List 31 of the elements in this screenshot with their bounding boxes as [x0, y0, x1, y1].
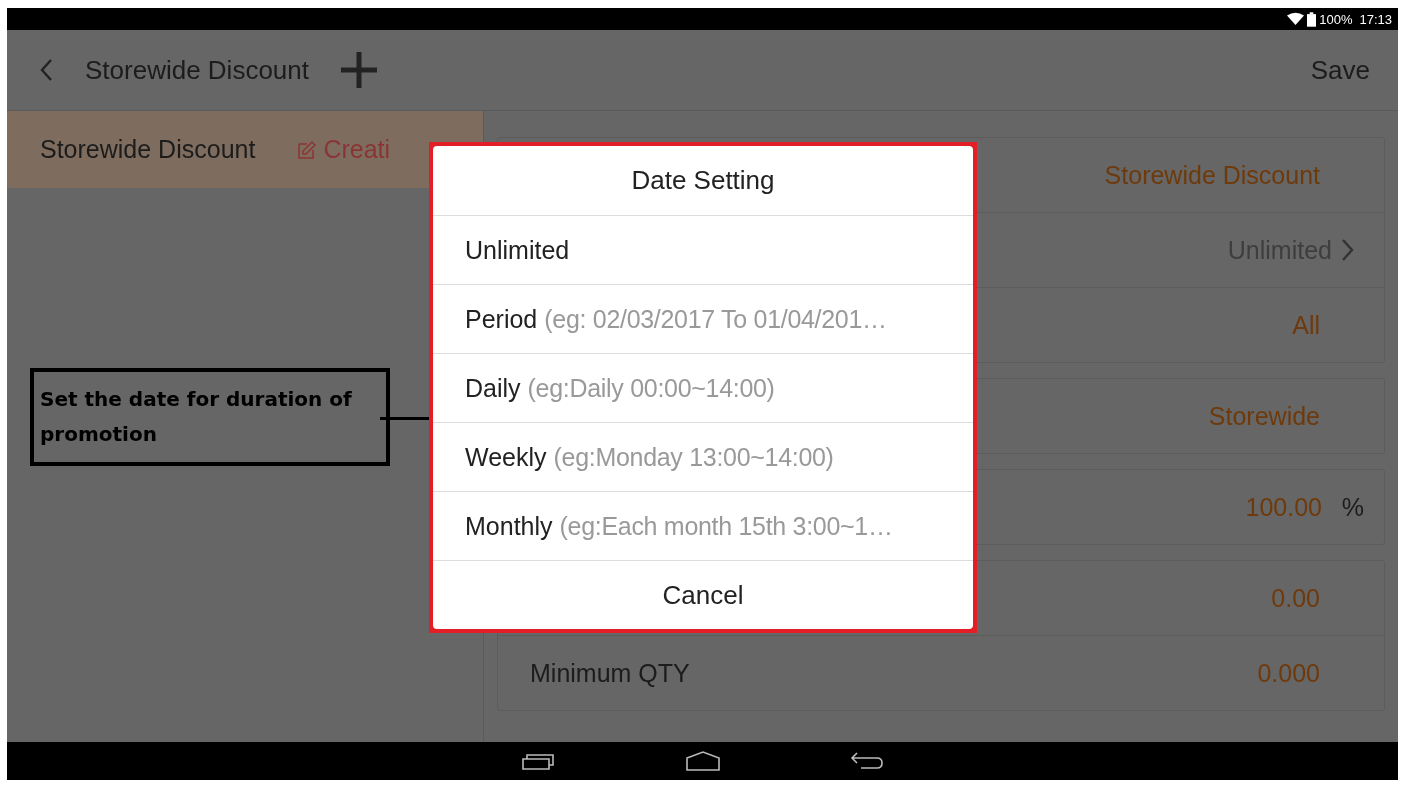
field-value: Storewide: [1208, 401, 1320, 431]
field-label: Minimum QTY: [530, 658, 690, 688]
status-label: Creati: [323, 135, 391, 164]
date-option[interactable]: Monthly (eg:Each month 15th 3:00~1…: [433, 492, 973, 561]
promotion-name: Storewide Discount: [40, 135, 256, 164]
home-icon[interactable]: [684, 751, 721, 771]
date-option[interactable]: Weekly (eg:Monday 13:00~14:00): [433, 423, 973, 492]
back-arrow-icon[interactable]: [848, 751, 885, 771]
field-value: 100.00: [1245, 492, 1322, 522]
date-option[interactable]: Period (eg: 02/03/2017 To 01/04/201…: [433, 285, 973, 354]
field-value: Storewide Discount: [1104, 160, 1320, 190]
recent-apps-icon[interactable]: [520, 751, 557, 771]
leader-line: [380, 417, 430, 420]
battery-level: 100%: [1319, 11, 1353, 27]
page-title: Storewide Discount: [85, 54, 309, 86]
edit-icon: [297, 139, 318, 160]
unit-label: %: [1340, 492, 1364, 522]
cancel-button[interactable]: Cancel: [433, 561, 973, 629]
field-value: 0.00: [1271, 583, 1320, 613]
date-option[interactable]: Unlimited: [433, 216, 973, 285]
dialog-title: Date Setting: [433, 146, 973, 216]
date-option[interactable]: Daily (eg:Daily 00:00~14:00): [433, 354, 973, 423]
field-value: 0.000: [1257, 658, 1320, 688]
battery-icon: [1307, 11, 1317, 27]
chevron-right-icon: [1342, 239, 1354, 261]
wifi-icon: [1287, 12, 1305, 26]
clock-time: 17:13: [1359, 11, 1392, 27]
field-value: All: [1292, 310, 1320, 340]
plus-icon[interactable]: [339, 50, 379, 90]
annotation-callout: Set the date for duration of promotion: [30, 368, 390, 466]
back-icon[interactable]: [39, 59, 53, 81]
